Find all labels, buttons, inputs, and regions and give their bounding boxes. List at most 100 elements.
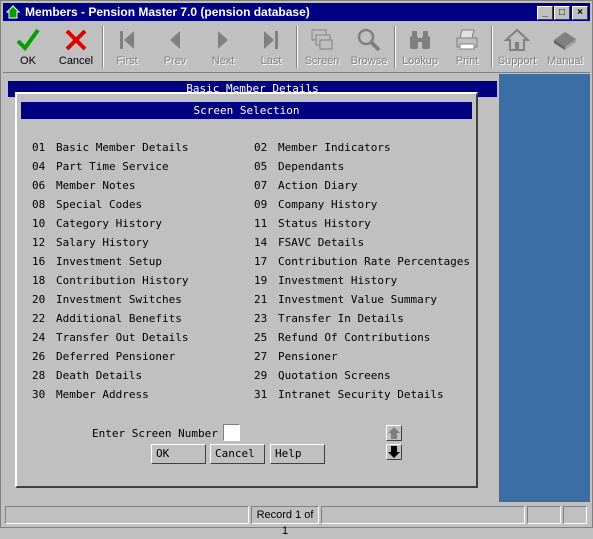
prev-toolbar-label: Prev xyxy=(163,55,187,67)
screen-number: 20 xyxy=(32,293,46,306)
first-toolbar-button[interactable]: First xyxy=(104,24,150,70)
previous-record-icon xyxy=(170,31,180,49)
toolbar: OK Cancel First Prev Next Last Screen Br… xyxy=(3,22,590,73)
status-bar: Record 1 of 1 xyxy=(3,504,590,537)
browse-toolbar-button[interactable]: Browse xyxy=(346,24,392,70)
window-title: Members - Pension Master 7.0 (pension da… xyxy=(25,5,310,19)
manual-toolbar-button[interactable]: Manual xyxy=(542,24,588,70)
screen-name: Investment History xyxy=(278,274,398,287)
first-record-icon xyxy=(120,31,134,49)
screen-toolbar-button[interactable]: Screen xyxy=(299,24,345,70)
screen-toolbar-label: Screen xyxy=(304,55,340,67)
support-toolbar-button[interactable]: Support xyxy=(494,24,540,70)
print-toolbar-label: Print xyxy=(455,55,479,67)
screen-name: FSAVC Details xyxy=(278,236,365,249)
screen-name: Quotation Screens xyxy=(278,369,391,382)
size-grip[interactable] xyxy=(563,506,587,524)
browse-toolbar-label: Browse xyxy=(350,55,388,67)
next-toolbar-button[interactable]: Next xyxy=(200,24,246,70)
scroll-up-button[interactable] xyxy=(386,425,402,441)
screen-number: 05 xyxy=(254,160,268,173)
next-record-icon xyxy=(218,31,228,49)
house-icon xyxy=(6,5,20,19)
screen-name: Death Details xyxy=(56,369,143,382)
screen-number: 16 xyxy=(32,255,46,268)
dialog-title: Screen Selection xyxy=(21,102,472,119)
ok-toolbar-label: OK xyxy=(20,55,36,67)
screen-name: Action Diary xyxy=(278,179,358,192)
support-toolbar-label: Support xyxy=(497,55,537,67)
magnifier-icon xyxy=(357,28,381,52)
screen-number: 30 xyxy=(32,388,46,401)
print-toolbar-button[interactable]: Print xyxy=(444,24,490,70)
scroll-down-button[interactable] xyxy=(386,444,402,460)
side-panel xyxy=(499,74,590,502)
screen-name: Contribution History xyxy=(56,274,189,287)
binoculars-icon xyxy=(410,31,430,49)
screen-selection-dialog: Screen Selection 01 Basic Member Details 0… xyxy=(15,92,478,488)
checkmark-icon xyxy=(16,28,40,52)
screen-name: Member Address xyxy=(56,388,149,401)
toolbar-separator xyxy=(491,26,493,68)
screen-number: 31 xyxy=(254,388,268,401)
screen-name: Special Codes xyxy=(56,198,143,211)
maximize-button[interactable]: □ xyxy=(554,6,570,20)
screen-number: 09 xyxy=(254,198,268,211)
screen-name: Contribution Rate Percentages xyxy=(278,255,471,268)
screen-number: 22 xyxy=(32,312,46,325)
screen-number: 28 xyxy=(32,369,46,382)
screen-number: 25 xyxy=(254,331,268,344)
printer-icon xyxy=(456,29,478,50)
screen-name: Member Indicators xyxy=(278,141,391,154)
last-toolbar-label: Last xyxy=(260,55,282,67)
screen-name: Transfer In Details xyxy=(278,312,404,325)
screen-number: 08 xyxy=(32,198,46,211)
screens-icon xyxy=(311,29,333,50)
screen-name: Transfer Out Details xyxy=(56,331,189,344)
title-bar[interactable]: Members - Pension Master 7.0 (pension da… xyxy=(3,3,590,21)
lookup-toolbar-label: Lookup xyxy=(401,55,439,67)
screen-number: 12 xyxy=(32,236,46,249)
lookup-toolbar-button[interactable]: Lookup xyxy=(397,24,443,70)
cancel-toolbar-label: Cancel xyxy=(58,55,94,67)
screen-number: 14 xyxy=(254,236,268,249)
cancel-toolbar-button[interactable]: Cancel xyxy=(53,24,99,70)
enter-screen-number-label: Enter Screen Number xyxy=(92,427,218,440)
last-toolbar-button[interactable]: Last xyxy=(248,24,294,70)
arrow-down-icon xyxy=(388,446,400,458)
help-button[interactable]: Help xyxy=(270,444,325,464)
cancel-button[interactable]: Cancel xyxy=(210,444,265,464)
screen-name: Salary History xyxy=(56,236,149,249)
arrow-up-icon xyxy=(388,427,400,439)
screen-name: Status History xyxy=(278,217,371,230)
ok-button[interactable]: OK xyxy=(151,444,206,464)
screen-number: 07 xyxy=(254,179,268,192)
screen-number: 11 xyxy=(254,217,268,230)
toolbar-separator xyxy=(296,26,298,68)
book-icon xyxy=(554,32,576,50)
status-panel-small xyxy=(527,506,561,524)
screen-name: Investment Setup xyxy=(56,255,162,268)
status-panel-left xyxy=(5,506,249,524)
next-toolbar-label: Next xyxy=(211,55,235,67)
toolbar-separator xyxy=(394,26,396,68)
manual-toolbar-label: Manual xyxy=(546,55,584,67)
close-button[interactable]: × xyxy=(572,6,588,20)
screen-name: Category History xyxy=(56,217,162,230)
screen-name: Investment Switches xyxy=(56,293,182,306)
screen-number: 21 xyxy=(254,293,268,306)
screen-number: 23 xyxy=(254,312,268,325)
screen-name: Pensioner xyxy=(278,350,338,363)
prev-toolbar-button[interactable]: Prev xyxy=(152,24,198,70)
status-panel-middle xyxy=(321,506,525,524)
ok-toolbar-button[interactable]: OK xyxy=(5,24,51,70)
red-x-icon xyxy=(65,29,87,51)
screen-number-input[interactable] xyxy=(223,424,240,441)
minimize-button[interactable]: _ xyxy=(537,6,553,20)
screen-number: 24 xyxy=(32,331,46,344)
screen-number: 27 xyxy=(254,350,268,363)
screen-number: 17 xyxy=(254,255,268,268)
screen-number: 06 xyxy=(32,179,46,192)
last-record-icon xyxy=(264,31,278,49)
screen-name: Basic Member Details xyxy=(56,141,189,154)
